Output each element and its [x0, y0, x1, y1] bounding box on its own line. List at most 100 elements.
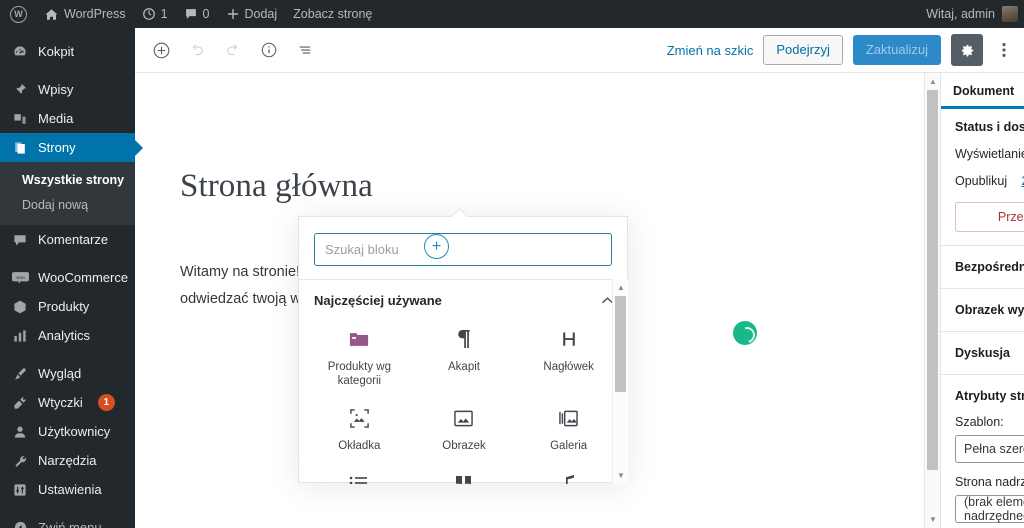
section-header[interactable]: Dyskusja — [955, 346, 1024, 360]
redo-button[interactable] — [216, 33, 250, 67]
sidebar-item-wpisy-label: Wpisy — [38, 82, 74, 97]
scroll-down-arrow-icon[interactable]: ▼ — [925, 511, 941, 528]
adminbar-wordpress-logo[interactable] — [0, 0, 36, 28]
sidebar-item-woocommerce[interactable]: woo WooCommerce — [0, 263, 135, 292]
sidebar-item-strony[interactable]: Strony — [0, 133, 143, 162]
sidebar-item-woocommerce-label: WooCommerce — [38, 270, 129, 285]
adminbar-comments-count: 0 — [202, 7, 210, 21]
sidebar-item-wtyczki-label: Wtyczki — [38, 395, 83, 410]
block-item-naglowek[interactable]: Nagłówek — [516, 319, 621, 398]
inserter-scrollbar-thumb[interactable] — [615, 296, 626, 392]
admin-bar: WordPress 1 0 Dodaj Zobacz stronę Witaj,… — [0, 0, 1024, 28]
preview-button[interactable]: Podejrzyj — [763, 35, 843, 65]
template-select[interactable]: Pełna szerokość — [955, 435, 1024, 463]
block-item-label: Galeria — [550, 440, 588, 452]
inserter-scrollbar[interactable]: ▲ ▼ — [612, 279, 628, 484]
inline-block-inserter-button[interactable]: + — [424, 234, 449, 259]
sidebar-item-uzytkownicy[interactable]: Użytkownicy — [0, 417, 135, 446]
svg-text:woo: woo — [16, 275, 25, 280]
switch-to-draft-button[interactable]: Zmień na szkic — [667, 43, 754, 58]
block-item-okladka[interactable]: Okładka — [307, 398, 412, 463]
heading-h-icon — [557, 327, 581, 351]
canvas-scrollbar[interactable]: ▲ ▼ — [924, 73, 940, 528]
sidebar-item-narzedzia[interactable]: Narzędzia — [0, 446, 135, 475]
section-header[interactable]: Atrybuty strony — [955, 389, 1024, 403]
user-icon — [11, 423, 29, 441]
scroll-down-arrow-icon[interactable]: ▼ — [613, 467, 629, 484]
scroll-up-arrow-icon[interactable]: ▲ — [613, 279, 629, 296]
section-title: Status i dostępność — [955, 120, 1024, 134]
sidebar-item-media[interactable]: Media — [0, 104, 135, 133]
block-item-produkty-wg-kategorii[interactable]: Produkty wg kategorii — [307, 319, 412, 398]
more-options-button[interactable] — [993, 34, 1015, 66]
scroll-up-arrow-icon[interactable]: ▲ — [925, 73, 941, 90]
block-item-audio[interactable] — [516, 463, 621, 484]
section-title: Atrybuty strony — [955, 389, 1024, 403]
sidebar-collapse-menu[interactable]: Zwiń menu — [0, 513, 135, 528]
block-editor: Zmień na szkic Podejrzyj Zaktualizuj Str… — [135, 28, 1024, 528]
block-inserter-popover: Najczęściej używane Produkty wg kategori… — [298, 216, 629, 484]
sidebar-item-kokpit[interactable]: Kokpit — [0, 37, 135, 66]
move-to-trash-button[interactable]: Przenieś do Kosza — [955, 202, 1024, 232]
section-header[interactable]: Bezpośredni odnośnik — [955, 260, 1024, 274]
sidebar-item-wyglad-label: Wygląd — [38, 366, 82, 381]
sidebar-item-wpisy[interactable]: Wpisy — [0, 75, 135, 104]
updates-icon — [142, 7, 156, 21]
block-item-obrazek[interactable]: Obrazek — [412, 398, 517, 463]
adminbar-comments[interactable]: 0 — [176, 0, 218, 28]
row-label: Opublikuj — [955, 174, 1008, 188]
page-title[interactable]: Strona główna — [180, 168, 373, 205]
section-title: Obrazek wyróżniający — [955, 303, 1024, 317]
block-item-akapit[interactable]: Akapit — [412, 319, 517, 398]
sidebar-subitem-dodaj-nowa[interactable]: Dodaj nową — [0, 193, 135, 218]
sidebar-item-wyglad[interactable]: Wygląd — [0, 359, 135, 388]
editor-settings-sidebar: Dokument Blok Status i dostępność Wyświe… — [940, 73, 1024, 528]
block-item-cytat[interactable] — [412, 463, 517, 484]
row-wyswietlanie: Wyświetlanie Publiczne — [955, 147, 1024, 161]
info-circle-icon — [260, 41, 278, 59]
sidebar-subitem-wszystkie-strony[interactable]: Wszystkie strony — [0, 168, 135, 193]
inserter-block-list: Najczęściej używane Produkty wg kategori… — [299, 279, 629, 484]
tab-dokument[interactable]: Dokument — [941, 73, 1024, 109]
section-title: Dyskusja — [955, 346, 1010, 360]
section-atrybuty-strony: Atrybuty strony Szablon: Pełna szerokość… — [941, 375, 1024, 528]
adminbar-updates[interactable]: 1 — [134, 0, 176, 28]
undo-button[interactable] — [180, 33, 214, 67]
adminbar-greeting: Witaj, admin — [926, 7, 995, 21]
template-select-value: Pełna szerokość — [964, 442, 1024, 456]
sidebar-item-analytics[interactable]: Analytics — [0, 321, 135, 350]
inserter-block-grid: Produkty wg kategorii Akapit Nagłówek Ok… — [299, 319, 629, 484]
block-item-label: Akapit — [448, 361, 480, 373]
block-item-lista[interactable] — [307, 463, 412, 484]
section-header[interactable]: Obrazek wyróżniający — [955, 303, 1024, 317]
header-block-inserter-button[interactable] — [144, 33, 178, 67]
sidebar-item-komentarze[interactable]: Komentarze — [0, 225, 135, 254]
settings-gear-button[interactable] — [951, 34, 983, 66]
section-header[interactable]: Status i dostępność — [955, 120, 1024, 134]
adminbar-view-site[interactable]: Zobacz stronę — [285, 0, 380, 28]
adminbar-new-content[interactable]: Dodaj — [218, 0, 286, 28]
section-status-i-dostepnosc: Status i dostępność Wyświetlanie Publicz… — [941, 109, 1024, 246]
block-item-galeria[interactable]: Galeria — [516, 398, 621, 463]
content-info-button[interactable] — [252, 33, 286, 67]
editor-header-right-tools: Zmień na szkic Podejrzyj Zaktualizuj — [667, 34, 1024, 66]
sidebar-item-produkty[interactable]: Produkty — [0, 292, 135, 321]
sidebar-item-ustawienia[interactable]: Ustawienia — [0, 475, 135, 504]
parent-page-select-value: (brak elementu nadrzędnego) — [964, 495, 1024, 523]
image-icon — [452, 406, 476, 430]
canvas-scrollbar-thumb[interactable] — [927, 90, 938, 470]
dashboard-icon — [11, 43, 29, 61]
parent-page-select[interactable]: (brak elementu nadrzędnego) — [955, 495, 1024, 523]
adminbar-site-name[interactable]: WordPress — [36, 0, 134, 28]
search-input[interactable] — [314, 233, 612, 266]
list-view-icon — [296, 41, 314, 59]
loading-spinner-icon — [733, 321, 757, 345]
block-navigation-button[interactable] — [288, 33, 322, 67]
inserter-panel-header[interactable]: Najczęściej używane — [299, 280, 629, 319]
adminbar-account[interactable]: Witaj, admin — [926, 6, 1024, 22]
adminbar-new-label: Dodaj — [244, 7, 278, 21]
home-icon — [44, 7, 59, 22]
sidebar-item-wtyczki[interactable]: Wtyczki 1 — [0, 388, 135, 417]
row-label: Wyświetlanie — [955, 147, 1024, 161]
update-button[interactable]: Zaktualizuj — [852, 35, 941, 65]
